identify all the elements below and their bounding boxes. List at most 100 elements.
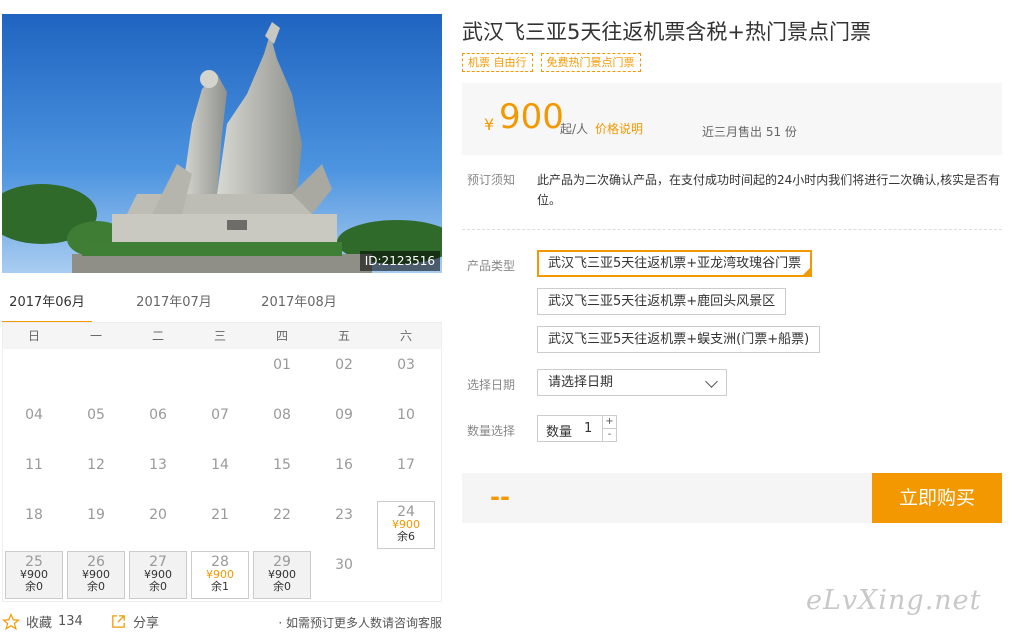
site-watermark: eLvXing.net bbox=[806, 585, 982, 616]
type-option-3[interactable]: 武汉飞三亚5天往返机票+蜈支洲(门票+船票) bbox=[537, 326, 821, 353]
product-photo: ID:2123516 bbox=[2, 14, 442, 273]
date-label: 选择日期 bbox=[467, 378, 516, 392]
calendar-day: 30 bbox=[315, 551, 373, 599]
price-calendar: 日 一 二 三 四 五 六 01 02 03 04 05 06 07 08 09 10 11 12 13… bbox=[2, 322, 442, 602]
quantity-value[interactable]: 1 bbox=[584, 421, 592, 436]
calendar-day: 01 bbox=[253, 351, 311, 399]
day-remaining: 余6 bbox=[397, 530, 415, 543]
day-number: 10 bbox=[397, 407, 415, 423]
day-remaining: 余0 bbox=[87, 580, 105, 593]
day-number: 28 bbox=[211, 554, 229, 570]
day-number: 13 bbox=[149, 457, 167, 473]
total-price: -- bbox=[490, 483, 510, 511]
buy-now-button[interactable]: 立即购买 bbox=[872, 473, 1002, 523]
weekday-sat: 六 bbox=[399, 329, 412, 343]
tab-month-2[interactable]: 2017年07月 bbox=[129, 290, 219, 324]
day-remaining: 余0 bbox=[273, 580, 291, 593]
day-number: 17 bbox=[397, 457, 415, 473]
calendar-day: 02 bbox=[315, 351, 373, 399]
tag-flight: 机票 自由行 bbox=[462, 53, 533, 72]
day-number: 01 bbox=[273, 357, 291, 373]
quantity-minus-button[interactable]: - bbox=[602, 429, 616, 442]
favorite-button[interactable]: 收藏 134 bbox=[2, 612, 83, 631]
weekday-header: 日 一 二 三 四 五 六 bbox=[3, 323, 441, 349]
star-icon bbox=[2, 612, 20, 630]
calendar-day: 18 bbox=[5, 501, 63, 549]
calendar-day: 17 bbox=[377, 451, 435, 499]
day-number: 23 bbox=[335, 507, 353, 523]
product-tags: 机票 自由行 免费热门景点门票 bbox=[462, 53, 641, 72]
month-tabs: 2017年06月 2017年07月 2017年08月 bbox=[2, 290, 442, 324]
quantity-stepper: 数量 1 + - bbox=[537, 415, 617, 442]
day-number: 09 bbox=[335, 407, 353, 423]
price-explain-link[interactable]: 价格说明 bbox=[595, 120, 643, 137]
day-number: 02 bbox=[335, 357, 353, 373]
action-bar: 收藏 134 分享 · 如需预订更多人数请咨询客服 bbox=[2, 612, 442, 634]
calendar-day[interactable]: 27 ¥900 余0 bbox=[129, 551, 187, 599]
quantity-plus-button[interactable]: + bbox=[602, 416, 616, 429]
day-number: 14 bbox=[211, 457, 229, 473]
weekday-mon: 一 bbox=[89, 329, 102, 343]
calendar-day: 20 bbox=[129, 501, 187, 549]
day-number: 04 bbox=[25, 407, 43, 423]
day-number: 29 bbox=[273, 554, 291, 570]
product-title: 武汉飞三亚5天往返机票含税+热门景点门票 bbox=[462, 20, 871, 44]
calendar-day: 13 bbox=[129, 451, 187, 499]
day-number: 07 bbox=[211, 407, 229, 423]
day-number: 27 bbox=[149, 554, 167, 570]
calendar-day[interactable]: 26 ¥900 余0 bbox=[67, 551, 125, 599]
sold-count: 近三月售出 51 份 bbox=[702, 125, 797, 139]
favorite-count: 134 bbox=[58, 614, 83, 629]
contact-note: · 如需预订更多人数请咨询客服 bbox=[278, 616, 442, 630]
calendar-day: 16 bbox=[315, 451, 373, 499]
chevron-down-icon bbox=[705, 375, 718, 388]
notice-text: 此产品为二次确认产品，在支付成功时间起的24小时内我们将进行二次确认,核实是否有… bbox=[537, 173, 1001, 207]
day-remaining: 余0 bbox=[149, 580, 167, 593]
calendar-day: 21 bbox=[191, 501, 249, 549]
calendar-day: 14 bbox=[191, 451, 249, 499]
calendar-day[interactable]: 25 ¥900 余0 bbox=[5, 551, 63, 599]
share-label: 分享 bbox=[133, 616, 160, 631]
tab-month-1[interactable]: 2017年06月 bbox=[2, 290, 92, 324]
day-number: 12 bbox=[87, 457, 105, 473]
date-select[interactable]: 请选择日期 bbox=[537, 369, 727, 396]
photo-id-badge: ID:2123516 bbox=[359, 251, 440, 271]
date-placeholder: 请选择日期 bbox=[548, 375, 614, 390]
quantity-label: 数量选择 bbox=[467, 424, 516, 438]
type-option-1[interactable]: 武汉飞三亚5天往返机票+亚龙湾玫瑰谷门票 bbox=[537, 250, 813, 277]
calendar-day: 09 bbox=[315, 401, 373, 449]
weekday-tue: 二 bbox=[151, 329, 164, 343]
calendar-day[interactable]: 24 ¥900 余6 bbox=[377, 501, 435, 549]
day-number: 15 bbox=[273, 457, 291, 473]
notice-label: 预订须知 bbox=[467, 173, 516, 187]
calendar-day: 23 bbox=[315, 501, 373, 549]
calendar-day: 11 bbox=[5, 451, 63, 499]
calendar-day: 15 bbox=[253, 451, 311, 499]
day-remaining: 余1 bbox=[211, 580, 229, 593]
buy-bar: -- 立即购买 bbox=[462, 473, 1002, 523]
calendar-day: 07 bbox=[191, 401, 249, 449]
day-number: 25 bbox=[25, 554, 43, 570]
day-number: 08 bbox=[273, 407, 291, 423]
tab-month-3[interactable]: 2017年08月 bbox=[254, 290, 344, 324]
day-number: 19 bbox=[87, 507, 105, 523]
calendar-day: 04 bbox=[5, 401, 63, 449]
calendar-day[interactable]: 29 ¥900 余0 bbox=[253, 551, 311, 599]
calendar-day: 19 bbox=[67, 501, 125, 549]
calendar-day: 10 bbox=[377, 401, 435, 449]
calendar-day: 05 bbox=[67, 401, 125, 449]
day-number: 26 bbox=[87, 554, 105, 570]
calendar-day[interactable]: 28 ¥900 余1 bbox=[191, 551, 249, 599]
type-label: 产品类型 bbox=[467, 259, 516, 273]
weekday-sun: 日 bbox=[27, 329, 40, 343]
price-amount: 900 bbox=[499, 97, 564, 137]
type-option-2[interactable]: 武汉飞三亚5天往返机票+鹿回头风景区 bbox=[537, 288, 787, 315]
weekday-wed: 三 bbox=[213, 329, 226, 343]
weekday-thu: 四 bbox=[275, 329, 288, 343]
day-number: 18 bbox=[25, 507, 43, 523]
day-number: 21 bbox=[211, 507, 229, 523]
weekday-fri: 五 bbox=[337, 329, 350, 343]
share-button[interactable]: 分享 bbox=[110, 612, 159, 631]
day-number: 11 bbox=[25, 457, 43, 473]
favorite-label: 收藏 bbox=[26, 616, 53, 631]
